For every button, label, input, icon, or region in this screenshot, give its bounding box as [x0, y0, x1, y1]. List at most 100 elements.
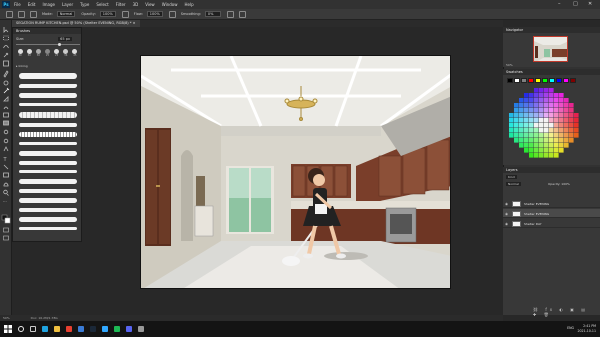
color-wheel-cell[interactable] — [524, 98, 529, 103]
color-swatch[interactable] — [542, 78, 548, 83]
color-wheel-cell[interactable] — [529, 153, 534, 158]
color-wheel-cell[interactable] — [549, 113, 554, 118]
explorer-icon[interactable] — [54, 326, 60, 332]
color-wheel-cell[interactable] — [534, 118, 539, 123]
color-wheel-cell[interactable] — [524, 148, 529, 153]
brush-preset[interactable]: 25 — [53, 49, 61, 59]
color-wheel-cell[interactable] — [559, 118, 564, 123]
color-wheel-cell[interactable] — [549, 153, 554, 158]
spotify-icon[interactable] — [114, 326, 120, 332]
color-wheel-cell[interactable] — [514, 128, 519, 133]
color-wheel-cell[interactable] — [544, 133, 549, 138]
status-zoom[interactable]: 50% — [3, 316, 10, 320]
color-swatch[interactable] — [556, 78, 562, 83]
color-wheel-cell[interactable] — [564, 113, 569, 118]
color-wheel-cell[interactable] — [569, 118, 574, 123]
color-wheel-cell[interactable] — [544, 93, 549, 98]
color-wheel-cell[interactable] — [554, 113, 559, 118]
color-wheel-cell[interactable] — [514, 123, 519, 128]
color-swatch[interactable] — [535, 78, 541, 83]
color-wheel-cell[interactable] — [534, 98, 539, 103]
brush-stroke-preview[interactable] — [19, 179, 77, 184]
minimize-button[interactable]: – — [558, 1, 561, 7]
color-wheel-cell[interactable] — [554, 138, 559, 143]
close-button[interactable]: ✕ — [588, 1, 592, 7]
color-wheel-cell[interactable] — [559, 108, 564, 113]
color-wheel-cell[interactable] — [529, 118, 534, 123]
color-wheel-cell[interactable] — [519, 133, 524, 138]
color-wheel-cell[interactable] — [534, 88, 539, 93]
color-wheel-cell[interactable] — [544, 98, 549, 103]
brush-preset[interactable]: 30 — [34, 49, 42, 59]
color-wheel-cell[interactable] — [519, 138, 524, 143]
color-wheel-cell[interactable] — [549, 148, 554, 153]
color-wheel-cell[interactable] — [554, 108, 559, 113]
brush-stroke-preview[interactable] — [19, 208, 77, 212]
color-wheel-cell[interactable] — [534, 113, 539, 118]
smoothing-field[interactable]: 0% — [204, 11, 221, 17]
color-wheel-cell[interactable] — [554, 153, 559, 158]
menu-edit[interactable]: Edit — [28, 2, 36, 7]
color-wheel-cell[interactable] — [559, 128, 564, 133]
brush-preset[interactable]: 36 — [62, 49, 70, 59]
color-wheel-cell[interactable] — [524, 108, 529, 113]
document-tab[interactable]: SEGATION RUMP KITCHEN.psd @ 50% (Shelter… — [12, 20, 140, 27]
color-wheel-cell[interactable] — [554, 98, 559, 103]
color-wheel-cell[interactable] — [534, 148, 539, 153]
menu-filter[interactable]: Filter — [116, 2, 126, 7]
smoothing-options-icon[interactable] — [226, 10, 234, 18]
color-wheel-cell[interactable] — [559, 123, 564, 128]
color-swatch[interactable] — [549, 78, 555, 83]
color-wheel-cell[interactable] — [519, 118, 524, 123]
color-wheel-cell[interactable] — [554, 118, 559, 123]
color-wheel-cell[interactable] — [574, 133, 579, 138]
chrome-icon[interactable] — [66, 326, 72, 332]
color-wheel-cell[interactable] — [574, 118, 579, 123]
brush-group-header[interactable]: ▸ Inking — [16, 64, 80, 69]
brush-stroke-preview[interactable] — [19, 93, 77, 98]
brush-stroke-preview[interactable] — [19, 73, 77, 79]
color-wheel-cell[interactable] — [564, 118, 569, 123]
layer-row-selected[interactable]: ◉ Shelter EVENING — [503, 209, 600, 218]
layer-row[interactable]: ◉ Shelter DAY — [503, 219, 600, 228]
color-swatch[interactable] — [507, 78, 513, 83]
color-wheel-cell[interactable] — [534, 128, 539, 133]
color-wheel-cell[interactable] — [534, 93, 539, 98]
menu-3d[interactable]: 3D — [133, 2, 139, 7]
color-wheel-cell[interactable] — [509, 113, 514, 118]
color-wheel-cell[interactable] — [549, 88, 554, 93]
color-wheel-cell[interactable] — [539, 128, 544, 133]
color-wheel-cell[interactable] — [514, 103, 519, 108]
color-wheel-cell[interactable] — [524, 143, 529, 148]
brush-size-field[interactable]: 65 px — [58, 37, 72, 41]
color-wheel-cell[interactable] — [554, 133, 559, 138]
brush-stroke-preview[interactable] — [19, 217, 77, 222]
color-wheel-cell[interactable] — [559, 138, 564, 143]
color-wheel-cell[interactable] — [519, 108, 524, 113]
color-wheel-cell[interactable] — [559, 148, 564, 153]
color-wheel-cell[interactable] — [544, 118, 549, 123]
color-wheel-cell[interactable] — [529, 143, 534, 148]
brush-size-slider-handle[interactable] — [58, 43, 61, 46]
color-wheel-cell[interactable] — [539, 153, 544, 158]
color-wheel-cell[interactable] — [574, 128, 579, 133]
color-wheel-cell[interactable] — [539, 103, 544, 108]
color-wheel-cell[interactable] — [549, 138, 554, 143]
color-wheel-cell[interactable] — [544, 103, 549, 108]
color-wheel-cell[interactable] — [509, 123, 514, 128]
menu-help[interactable]: Help — [184, 2, 193, 7]
brush-stroke-preview[interactable] — [19, 161, 77, 165]
color-wheel-cell[interactable] — [544, 148, 549, 153]
color-wheel[interactable] — [507, 87, 581, 160]
color-wheel-cell[interactable] — [549, 98, 554, 103]
color-swatch[interactable] — [528, 78, 534, 83]
layer-visibility-icon[interactable]: ◉ — [505, 202, 508, 206]
brush-stroke-preview[interactable] — [19, 112, 77, 118]
color-wheel-cell[interactable] — [519, 103, 524, 108]
brush-tool-icon[interactable] — [18, 10, 25, 18]
menu-image[interactable]: Image — [42, 2, 55, 7]
clock-date[interactable]: 2021-10-11 — [577, 329, 596, 334]
discord-icon[interactable] — [126, 326, 132, 332]
opacity-field[interactable]: 100% — [99, 11, 116, 17]
color-wheel-cell[interactable] — [549, 123, 554, 128]
